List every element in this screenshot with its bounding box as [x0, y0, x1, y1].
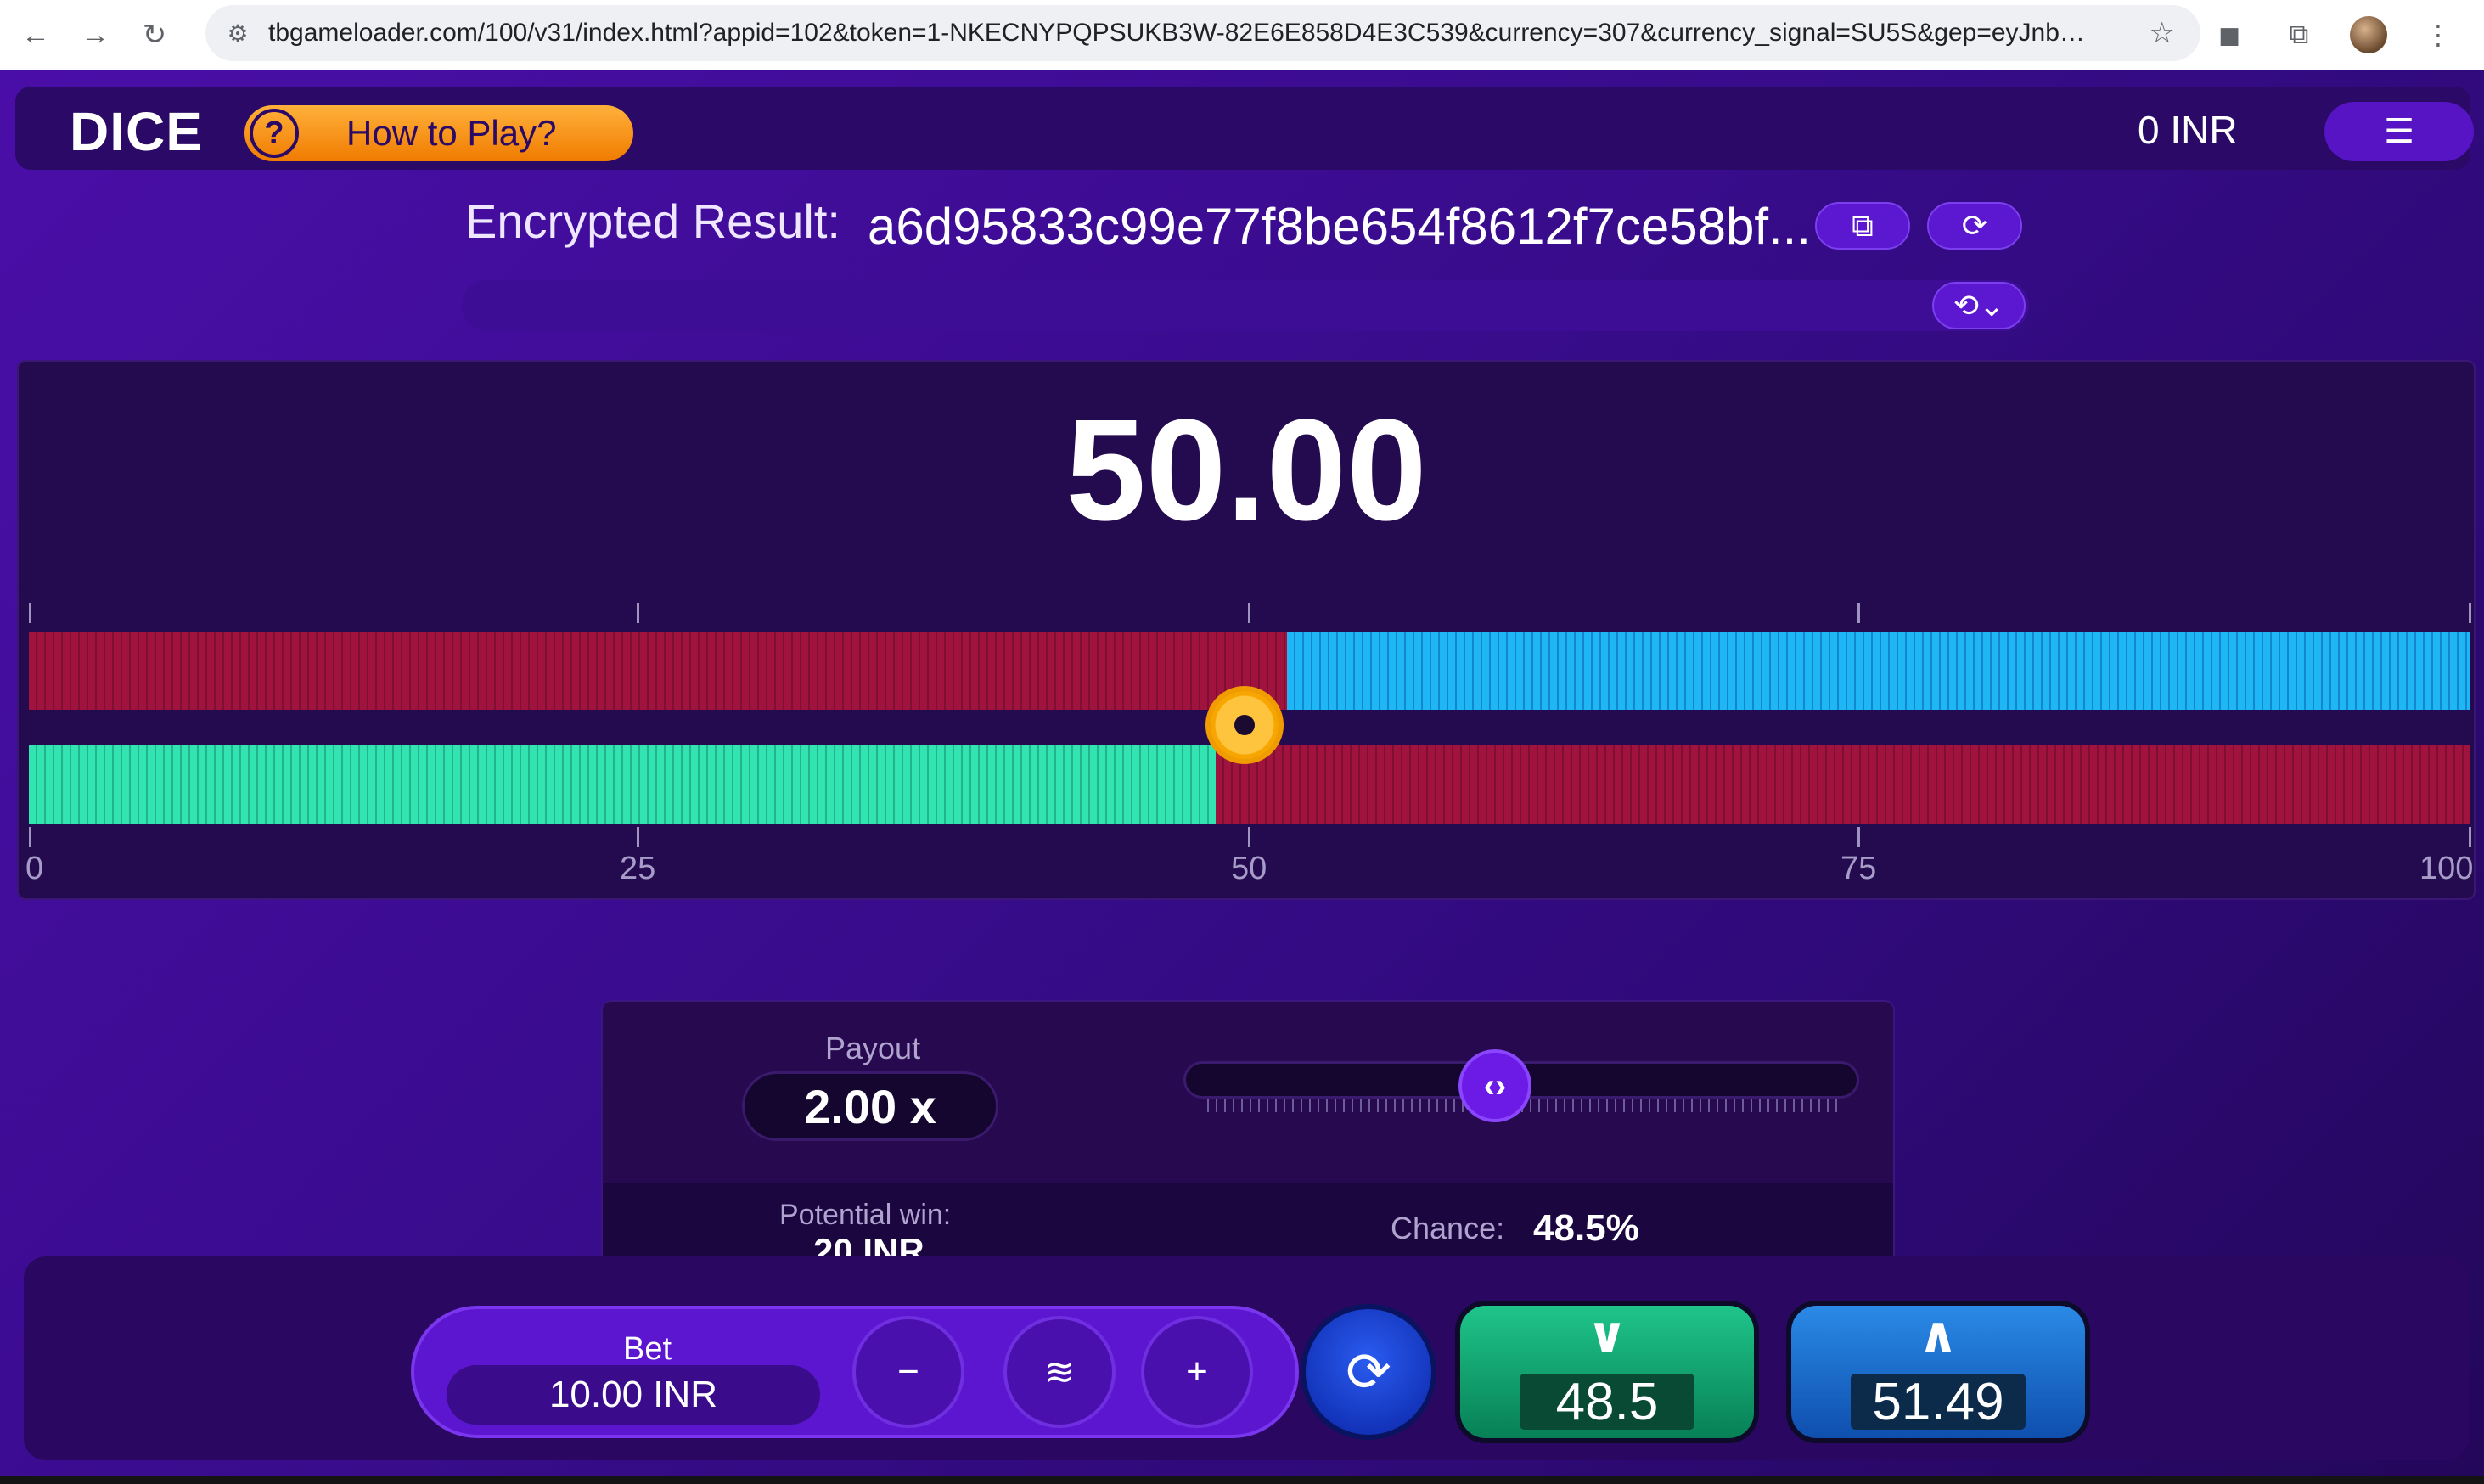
encrypted-result-label: Encrypted Result: [465, 194, 840, 248]
chevron-up-icon: ∧ [1917, 1307, 1959, 1363]
question-icon: ? [250, 109, 299, 158]
scale-label-100: 100 [2419, 851, 2474, 886]
refresh-icon: ⟳ [1961, 208, 1988, 243]
plus-icon: + [1186, 1351, 1208, 1392]
game-area: DICE ? How to Play? 0 INR ☰ Encrypted Re… [0, 70, 2484, 1484]
tick-bottom-25 [637, 827, 639, 847]
roll-under-button[interactable]: ∨ 48.5 [1455, 1301, 1759, 1443]
bottom-edge [0, 1476, 2484, 1484]
address-bar[interactable]: ⚙ tbgameloader.com/100/v31/index.html?ap… [205, 5, 2200, 61]
scale-label-75: 75 [1841, 851, 1877, 886]
minus-icon: − [897, 1351, 919, 1392]
forward-icon[interactable]: → [71, 11, 119, 59]
game-logo: DICE [70, 101, 203, 162]
tick-top-100 [2469, 603, 2471, 623]
roll-under-value: 48.5 [1520, 1373, 1694, 1431]
tick-top-75 [1857, 603, 1860, 623]
potential-win-label: Potential win: [779, 1199, 952, 1231]
extensions-puzzle-icon[interactable]: ⧉ [2275, 11, 2323, 59]
scale-label-50: 50 [1231, 851, 1267, 886]
tick-bottom-75 [1857, 827, 1860, 847]
how-to-play-label: How to Play? [346, 113, 557, 153]
payout-value-field[interactable]: 2.00 x [742, 1071, 998, 1141]
coin-stack-icon: ≋ [1043, 1351, 1076, 1393]
reload-icon[interactable]: ↻ [131, 11, 178, 59]
bet-controls: Bet 10.00 INR − ≋ + ⟳ ∨ 48.5 ∧ 51.49 [24, 1256, 2469, 1460]
increase-bet-button[interactable]: + [1141, 1316, 1253, 1428]
bet-box: Bet 10.00 INR − ≋ + [411, 1306, 1299, 1438]
over-win-zone [1287, 632, 2470, 710]
scale-label-0: 0 [25, 851, 44, 886]
bet-amount-input[interactable]: 10.00 INR [447, 1365, 820, 1425]
roll-over-value: 51.49 [1851, 1373, 2026, 1431]
roll-over-button[interactable]: ∧ 51.49 [1786, 1301, 2090, 1443]
history-chevron-icon: ⟲⌄ [1953, 288, 2005, 323]
result-marker [1205, 686, 1284, 764]
bet-label: Bet [623, 1331, 672, 1367]
under-win-zone [29, 745, 1233, 824]
bookmark-star-icon[interactable]: ☆ [2150, 16, 2175, 50]
url-text[interactable]: tbgameloader.com/100/v31/index.html?appi… [268, 19, 2102, 48]
hamburger-icon: ☰ [2384, 113, 2414, 150]
roll-result: 50.00 [1065, 390, 1427, 551]
decrease-bet-button[interactable]: − [852, 1316, 964, 1428]
game-header: DICE ? How to Play? 0 INR ☰ [15, 87, 2474, 170]
how-to-play-button[interactable]: ? How to Play? [244, 105, 633, 161]
extension-badge-icon[interactable]: ◼ [2206, 11, 2253, 59]
drag-arrows-icon: ‹› [1483, 1066, 1507, 1105]
marker-dot [1234, 715, 1255, 735]
tick-top-50 [1248, 603, 1250, 623]
more-options-icon[interactable]: ⋮ [2414, 11, 2462, 59]
menu-button[interactable]: ☰ [2324, 102, 2474, 161]
copy-icon: ⧉ [1852, 207, 1874, 243]
tick-top-0 [29, 603, 31, 623]
scale-label-25: 25 [620, 851, 656, 886]
chevron-down-icon: ∨ [1586, 1307, 1628, 1363]
payout-panel: Payout 2.00 x ‹› Potential win: 20 INR C… [601, 1000, 1895, 1279]
under-lose-zone [1216, 745, 2470, 824]
balance-display: 0 INR [2138, 108, 2238, 152]
copy-button[interactable]: ⧉ [1815, 202, 1910, 250]
chance-value: 48.5% [1533, 1207, 1639, 1249]
profile-avatar[interactable] [2345, 11, 2392, 59]
tick-top-25 [637, 603, 639, 623]
chance-label: Chance: [1391, 1211, 1505, 1245]
payout-slider-handle[interactable]: ‹› [1458, 1049, 1531, 1122]
tick-bottom-0 [29, 827, 31, 847]
auto-play-button[interactable]: ⟳ [1301, 1304, 1436, 1440]
tick-bottom-50 [1248, 827, 1250, 847]
over-lose-zone [29, 632, 1299, 710]
range-panel: 50.00 0 25 50 75 100 [17, 360, 2476, 900]
site-settings-icon[interactable]: ⚙ [222, 18, 253, 48]
encrypted-result-value: a6d95833c99e77f8be654f8612f7ce58bf... [868, 198, 1812, 255]
back-icon[interactable]: ← [12, 11, 59, 59]
tick-bottom-100 [2469, 827, 2471, 847]
bet-presets-button[interactable]: ≋ [1003, 1316, 1116, 1428]
browser-toolbar: ← → ↻ ⚙ tbgameloader.com/100/v31/index.h… [0, 0, 2484, 70]
autoplay-icon: ⟳ [1346, 1341, 1391, 1402]
history-bar [462, 280, 2029, 331]
refresh-seed-button[interactable]: ⟳ [1927, 202, 2022, 250]
payout-label: Payout [825, 1031, 921, 1065]
history-dropdown-button[interactable]: ⟲⌄ [1932, 282, 2026, 329]
